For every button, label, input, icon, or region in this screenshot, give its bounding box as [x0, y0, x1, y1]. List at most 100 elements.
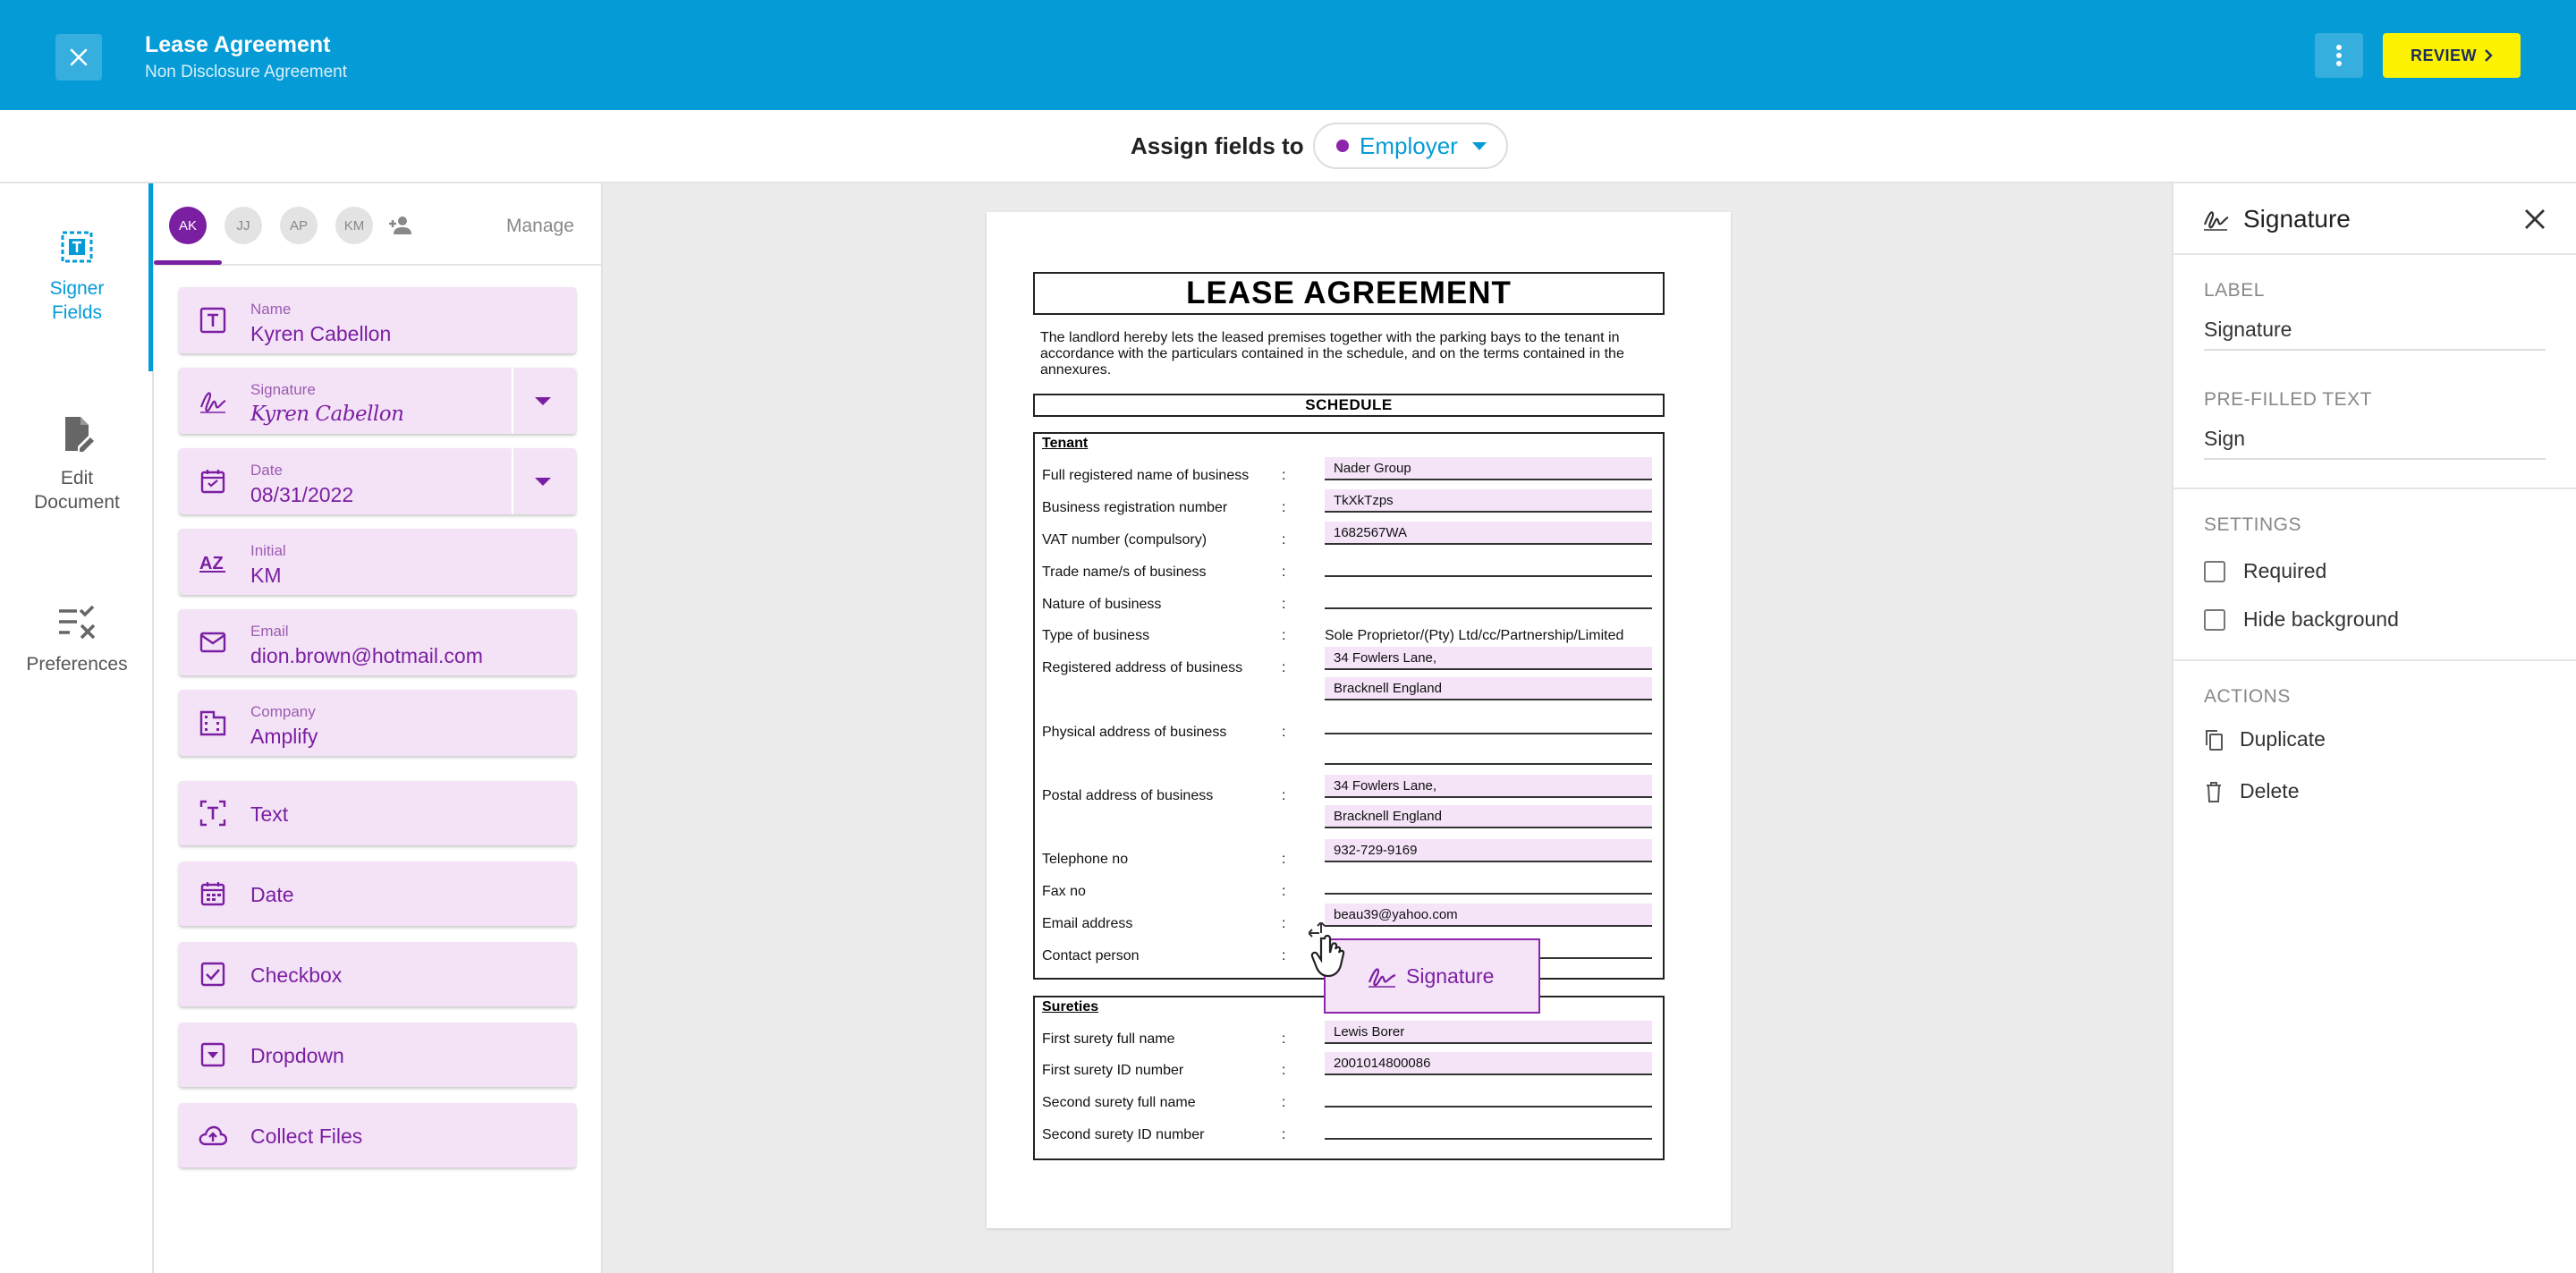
- close-button[interactable]: [55, 34, 102, 81]
- field-signature-label: Signature: [250, 381, 316, 398]
- doc-field-email[interactable]: beau39@yahoo.com: [1325, 904, 1652, 927]
- signer-avatar[interactable]: JJ: [225, 207, 262, 244]
- doc-field-vat-number[interactable]: 1682567WA: [1325, 522, 1652, 545]
- delete-action[interactable]: Delete: [2204, 779, 2299, 803]
- tenant-heading: Tenant: [1042, 436, 1089, 451]
- assign-label: Assign fields to: [1131, 132, 1304, 159]
- document-title: Lease Agreement: [145, 32, 331, 57]
- field-company-value: Amplify: [250, 725, 318, 748]
- prefilled-input[interactable]: Sign: [2204, 427, 2546, 460]
- doc-field-physical-address-2[interactable]: [1325, 742, 1652, 765]
- signature-icon: [1368, 968, 1396, 988]
- doc-field-postal-address-1[interactable]: 34 Fowlers Lane,: [1325, 775, 1652, 798]
- field-name-label: Name: [250, 301, 292, 318]
- initials-icon: AZ: [199, 547, 227, 576]
- doc-field-registration-number[interactable]: TkXkTzps: [1325, 489, 1652, 513]
- chevron-right-icon: [2485, 49, 2493, 62]
- duplicate-action[interactable]: Duplicate: [2204, 727, 2326, 751]
- field-divider: [512, 448, 513, 514]
- doc-field-second-surety-name[interactable]: [1325, 1084, 1652, 1108]
- field-company[interactable]: Company Amplify: [179, 690, 576, 756]
- row-colon: :: [1282, 660, 1286, 675]
- row-colon: :: [1282, 1095, 1286, 1110]
- left-nav: Signer Fields Edit Document Preferences: [0, 183, 154, 1273]
- signer-avatar[interactable]: AK: [169, 207, 207, 244]
- field-collect-files[interactable]: Collect Files: [179, 1103, 576, 1167]
- field-signature[interactable]: Signature Kyren Cabellon: [179, 368, 576, 434]
- signature-icon: [2203, 211, 2229, 231]
- caret-down-icon[interactable]: [535, 478, 551, 486]
- doc-field-second-surety-id[interactable]: [1325, 1116, 1652, 1140]
- assign-bar: Assign fields to Employer: [0, 110, 2576, 183]
- required-checkbox[interactable]: Required: [2204, 559, 2326, 583]
- field-date[interactable]: Date 08/31/2022: [179, 448, 576, 514]
- label-input[interactable]: Signature: [2204, 318, 2546, 351]
- doc-field-telephone[interactable]: 932-729-9169: [1325, 839, 1652, 862]
- hide-background-checkbox[interactable]: Hide background: [2204, 607, 2399, 632]
- add-signer-icon[interactable]: [388, 216, 413, 235]
- manage-signers-link[interactable]: Manage: [506, 216, 574, 237]
- doc-field-first-surety-id[interactable]: 2001014800086: [1325, 1052, 1652, 1075]
- field-signature-value: Kyren Cabellon: [250, 403, 404, 426]
- doc-field-business-name[interactable]: Nader Group: [1325, 457, 1652, 480]
- caret-down-icon: [1471, 141, 1487, 150]
- checkbox-box[interactable]: [2204, 608, 2225, 631]
- review-button[interactable]: REVIEW: [2383, 33, 2521, 78]
- nav-edit-document[interactable]: Edit Document: [0, 414, 154, 514]
- sureties-section: Sureties First surety full name : Lewis …: [1033, 996, 1665, 1160]
- close-icon[interactable]: [2522, 207, 2547, 232]
- more-vertical-icon: [2336, 45, 2342, 66]
- properties-header: Signature: [2174, 183, 2576, 255]
- signer-avatar[interactable]: KM: [335, 207, 373, 244]
- doc-field-value: Lewis Borer: [1334, 1024, 1405, 1040]
- row-colon: :: [1282, 597, 1286, 612]
- row-colon: :: [1282, 725, 1286, 740]
- settings-heading: SETTINGS: [2204, 514, 2302, 535]
- doc-field-registered-address-2[interactable]: Bracknell England: [1325, 677, 1652, 700]
- properties-title: Signature: [2243, 205, 2351, 233]
- row-colon: :: [1282, 852, 1286, 867]
- field-email[interactable]: Email dion.brown@hotmail.com: [179, 609, 576, 675]
- field-date-label: Date: [250, 462, 283, 479]
- doc-field-fax[interactable]: [1325, 871, 1652, 895]
- doc-field-value: beau39@yahoo.com: [1334, 907, 1458, 922]
- doc-field-registered-address-1[interactable]: 34 Fowlers Lane,: [1325, 647, 1652, 670]
- section-divider: [2174, 488, 2576, 489]
- row-label: Contact person: [1042, 948, 1140, 963]
- row-label: Type of business: [1042, 628, 1150, 643]
- copy-icon: [2206, 729, 2223, 751]
- field-name[interactable]: Name Kyren Cabellon: [179, 287, 576, 353]
- checklist-icon: [59, 606, 96, 640]
- field-text[interactable]: Text: [179, 781, 576, 845]
- row-label: Postal address of business: [1042, 788, 1214, 803]
- text-tool-icon: [199, 799, 227, 827]
- field-date-generic[interactable]: Date: [179, 861, 576, 926]
- doc-field-first-surety-name[interactable]: Lewis Borer: [1325, 1021, 1652, 1044]
- field-divider: [512, 368, 513, 434]
- document-page[interactable]: LEASE AGREEMENT The landlord hereby lets…: [987, 212, 1731, 1228]
- checkbox-box[interactable]: [2204, 560, 2225, 582]
- row-colon: :: [1282, 948, 1286, 963]
- doc-field-value: 34 Fowlers Lane,: [1334, 778, 1437, 794]
- doc-field-physical-address-1[interactable]: [1325, 711, 1652, 734]
- field-dropdown[interactable]: Dropdown: [179, 1023, 576, 1087]
- doc-field-trade-name[interactable]: [1325, 554, 1652, 577]
- field-initial[interactable]: AZ Initial KM: [179, 529, 576, 595]
- nav-preferences[interactable]: Preferences: [0, 606, 154, 676]
- signer-avatar[interactable]: AP: [280, 207, 318, 244]
- doc-field-value: 1682567WA: [1334, 525, 1408, 540]
- nav-signer-fields-label1: Signer: [49, 278, 105, 299]
- doc-field-nature[interactable]: [1325, 586, 1652, 609]
- nav-signer-fields[interactable]: Signer Fields: [0, 228, 154, 325]
- row-label: Fax no: [1042, 884, 1086, 899]
- row-label: Trade name/s of business: [1042, 564, 1207, 580]
- nav-edit-document-label1: Edit: [60, 468, 94, 488]
- field-checkbox[interactable]: Checkbox: [179, 942, 576, 1006]
- role-select[interactable]: Employer: [1313, 123, 1508, 169]
- business-type-options: Sole Proprietor/(Pty) Ltd/cc/Partnership…: [1325, 628, 1624, 643]
- row-colon: :: [1282, 628, 1286, 643]
- caret-down-icon[interactable]: [535, 397, 551, 405]
- more-options-button[interactable]: [2315, 33, 2363, 78]
- field-date-value: 08/31/2022: [250, 483, 354, 506]
- doc-field-postal-address-2[interactable]: Bracknell England: [1325, 805, 1652, 828]
